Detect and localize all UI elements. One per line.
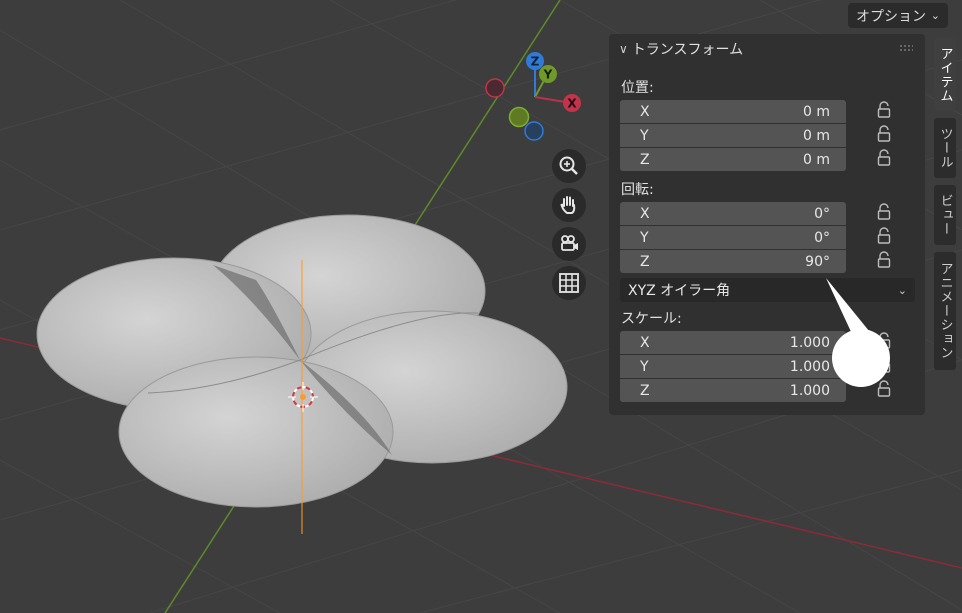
tab-item[interactable]: アイテム [934,38,956,111]
tab-tool[interactable]: ツール [934,118,956,178]
rotation-mode-select[interactable]: XYZ オイラー角 ⌄ [620,278,915,302]
tab-view[interactable]: ビュー [934,185,956,245]
location-label: 位置: [621,80,654,96]
lock-icon[interactable] [877,227,891,245]
lock-icon[interactable] [877,149,891,167]
rotation-z-field[interactable]: Z 90° [620,250,846,273]
lock-icon[interactable] [877,380,891,398]
chevron-down-icon: ⌄ [930,9,940,22]
svg-text:Z: Z [531,55,540,69]
svg-text:X: X [567,97,577,111]
location-x-field[interactable]: X0 m [620,100,846,123]
gizmo-neg-y [508,106,530,128]
panel-header[interactable]: ∨ トランスフォーム [609,34,925,64]
lock-icon[interactable] [877,203,891,221]
lock-icon[interactable] [877,251,891,269]
zoom-button[interactable] [552,149,586,183]
lock-icon[interactable] [877,356,891,374]
pan-button[interactable] [552,188,586,222]
zoom-icon [559,156,578,175]
location-z-field[interactable]: Z0 m [620,148,846,171]
panel-title: トランスフォーム [631,42,744,58]
drag-handle-icon[interactable] [899,44,913,52]
scale-x-field[interactable]: X 1.000 [620,331,846,354]
camera-view-button[interactable] [552,227,586,261]
tab-animation[interactable]: アニメーション [934,252,956,370]
lock-icon[interactable] [877,332,891,350]
scale-z-field[interactable]: Z 1.000 [620,379,846,402]
hand-pan-icon [560,196,576,214]
rotation-label: 回転: [621,182,654,198]
gizmo-neg-x [485,78,505,98]
gizmo-neg-z [524,121,544,141]
grid-icon [559,273,579,293]
transform-panel: ∨ トランスフォーム 位置: X0 m Y0 m Z0 m 回転: X 0° Y0… [609,34,925,415]
chevron-down-icon: ∨ [619,42,628,56]
camera-icon [561,235,578,251]
rotation-x-field[interactable]: X 0° [620,202,846,225]
ortho-toggle-button[interactable] [552,266,586,300]
rotation-y-field[interactable]: Y 0° [620,226,846,249]
location-y-field[interactable]: Y0 m [620,124,846,147]
lock-icon[interactable] [877,101,891,119]
options-label: オプション [856,8,926,25]
scale-y-field[interactable]: Y 1.000 [620,355,846,378]
lock-icon[interactable] [877,125,891,143]
svg-text:Y: Y [543,68,553,82]
scale-label: スケール: [621,311,682,327]
options-dropdown[interactable]: オプション ⌄ [848,3,948,28]
chevron-down-icon: ⌄ [897,283,907,297]
